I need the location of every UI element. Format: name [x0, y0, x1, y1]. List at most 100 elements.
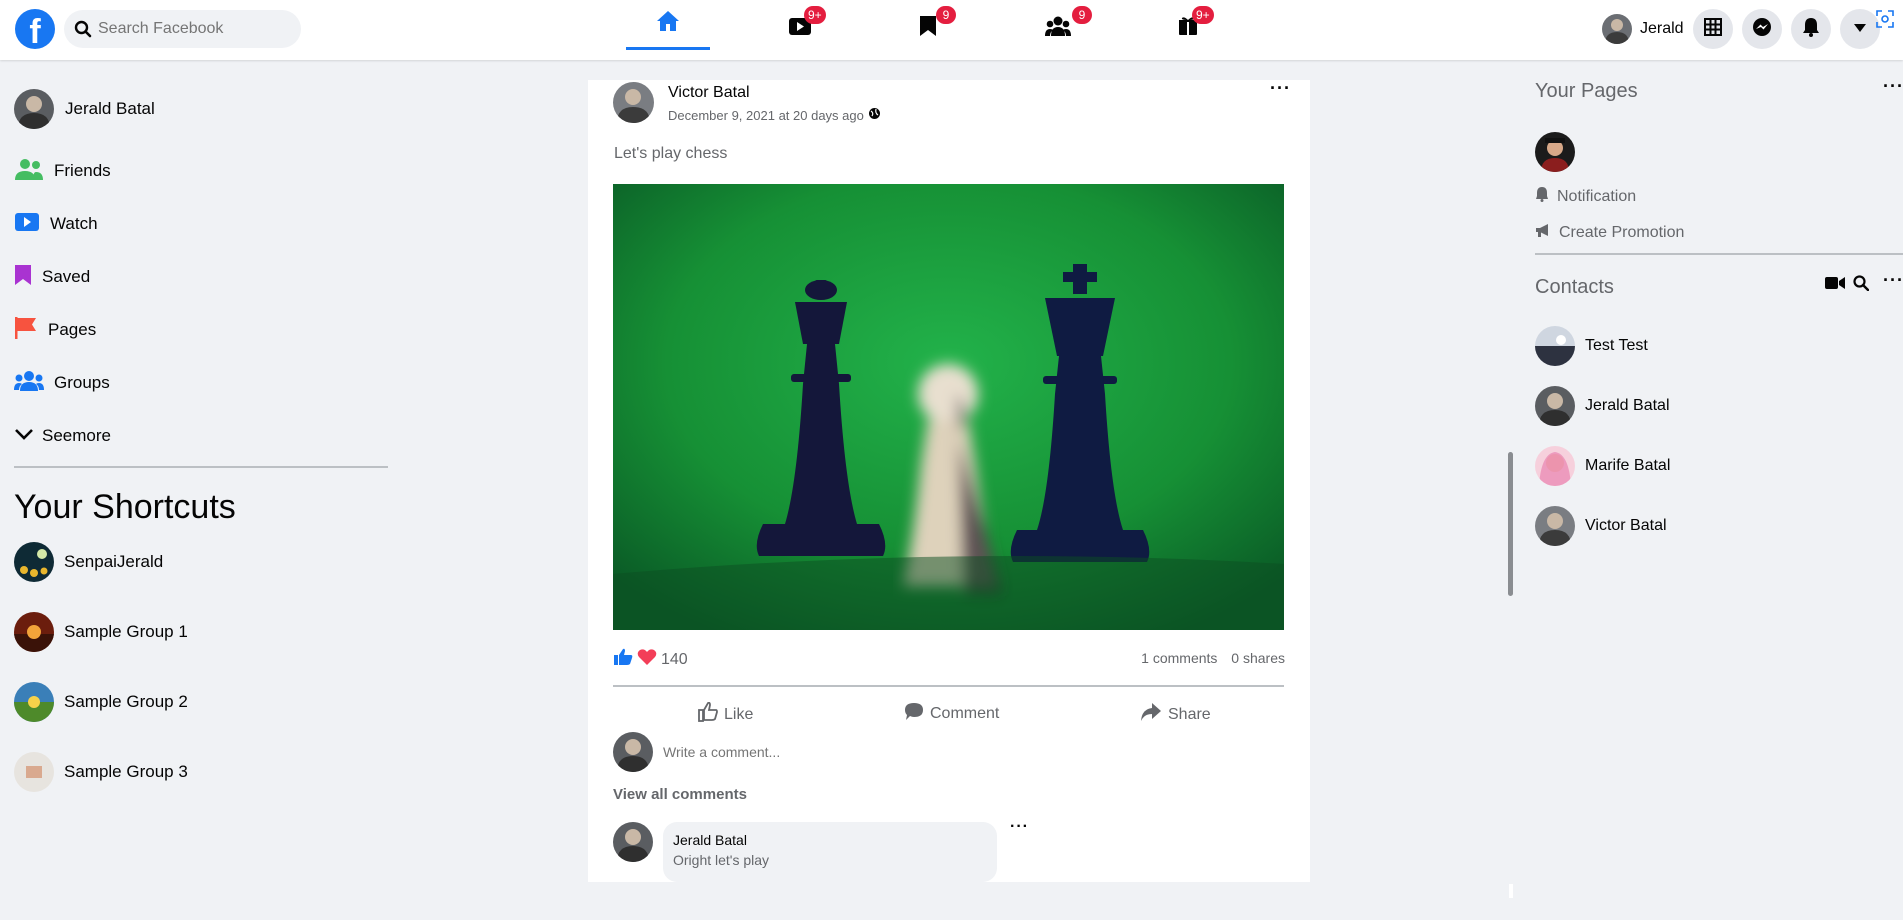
post-card: Victor Batal December 9, 2021 at 20 days…: [588, 78, 1310, 882]
search-icon[interactable]: [1853, 275, 1870, 296]
grid-icon: [1704, 17, 1722, 41]
friends-icon: [14, 157, 44, 186]
video-call-icon[interactable]: [1825, 276, 1845, 295]
search-input[interactable]: [98, 10, 293, 48]
tab-groups[interactable]: 9: [1016, 0, 1100, 56]
shortcut-item[interactable]: Sample Group 1: [14, 612, 188, 652]
sidebar-item-pages[interactable]: Pages: [14, 310, 96, 350]
thumbs-up-icon: [698, 701, 718, 727]
reaction-count: 140: [661, 650, 688, 668]
comment-author[interactable]: Jerald Batal: [673, 832, 987, 848]
scrollbar-end: [1509, 884, 1513, 898]
messenger-icon: [1752, 17, 1772, 42]
search-icon: [74, 20, 92, 43]
sidebar-item-saved[interactable]: Saved: [14, 257, 90, 297]
contacts-options-icon[interactable]: ···: [1883, 270, 1903, 291]
page-link-label: Create Promotion: [1559, 223, 1685, 241]
shares-count[interactable]: 0 shares: [1231, 650, 1285, 666]
top-navbar: f 9+ 9 9 9+: [0, 0, 1903, 60]
contact-name: Marife Batal: [1585, 457, 1671, 474]
contact-avatar: [1535, 446, 1575, 486]
share-icon: [1140, 702, 1162, 727]
tab-gaming[interactable]: 9+: [1146, 0, 1230, 56]
profile-chip[interactable]: Jerald: [1602, 14, 1684, 44]
tab-watch[interactable]: 9+: [758, 0, 842, 56]
shortcut-label: Sample Group 2: [64, 692, 188, 711]
shortcut-avatar: [14, 682, 54, 722]
home-icon: [656, 9, 680, 38]
page-link-label: Notification: [1557, 187, 1637, 205]
comments-count[interactable]: 1 comments: [1141, 650, 1217, 666]
sidebar-item-label: Friends: [54, 161, 111, 180]
contact-item[interactable]: Victor Batal: [1535, 506, 1667, 546]
bell-icon: [1535, 186, 1549, 207]
groups-icon: [1045, 15, 1071, 42]
scrollbar[interactable]: [1508, 452, 1513, 596]
tab-saved[interactable]: 9: [886, 0, 970, 56]
like-label: Like: [724, 705, 754, 723]
gaming-badge: 9+: [1192, 6, 1214, 24]
fullscreen-icon[interactable]: [1876, 10, 1894, 33]
post-author-avatar[interactable]: [613, 82, 654, 123]
shortcut-item[interactable]: Sample Group 3: [14, 752, 188, 792]
sidebar-item-groups[interactable]: Groups: [14, 363, 110, 403]
page-avatar[interactable]: [1535, 132, 1575, 172]
sidebar-item-label: Saved: [42, 267, 91, 286]
reactions[interactable]: 140: [613, 648, 688, 671]
like-reaction-icon: [613, 648, 633, 671]
your-pages-title: Your Pages: [1535, 80, 1638, 102]
search-bar[interactable]: [64, 10, 301, 48]
comment-options-icon[interactable]: ···: [1010, 818, 1029, 836]
comment-input[interactable]: [663, 744, 1063, 760]
post-author[interactable]: Victor Batal: [668, 84, 750, 102]
comment-label: Comment: [930, 705, 1000, 722]
sidebar-item-label: Groups: [54, 373, 110, 392]
post-image[interactable]: [613, 184, 1284, 630]
page-link-notification[interactable]: Notification: [1535, 186, 1636, 207]
shortcut-item[interactable]: SenpaiJerald: [14, 542, 163, 582]
notifications-button[interactable]: [1791, 9, 1831, 49]
comment-bubble: Jerald Batal Oright let's play: [663, 822, 997, 882]
facebook-logo[interactable]: f: [15, 9, 55, 49]
shortcut-label: Sample Group 3: [64, 762, 188, 781]
post-options-icon[interactable]: ···: [1270, 78, 1291, 99]
contact-item[interactable]: Jerald Batal: [1535, 386, 1670, 426]
pages-options-icon[interactable]: ···: [1883, 76, 1903, 97]
avatar: [613, 732, 653, 772]
chevron-down-icon: [14, 426, 34, 446]
page-link-create-promotion[interactable]: Create Promotion: [1535, 222, 1684, 243]
post-divider: [613, 685, 1284, 687]
shortcut-label: Sample Group 1: [64, 622, 188, 641]
sidebar-item-friends[interactable]: Friends: [14, 151, 111, 191]
shortcut-avatar: [14, 752, 54, 792]
sidebar-item-watch[interactable]: Watch: [14, 204, 98, 244]
messenger-button[interactable]: [1742, 9, 1782, 49]
menu-button[interactable]: [1693, 9, 1733, 49]
comment-button[interactable]: Comment: [904, 702, 999, 726]
comment-avatar[interactable]: [613, 822, 653, 862]
avatar: [14, 89, 54, 129]
tab-home[interactable]: [626, 0, 710, 50]
caret-down-icon: [1853, 20, 1867, 38]
shortcut-item[interactable]: Sample Group 2: [14, 682, 188, 722]
share-label: Share: [1168, 705, 1211, 723]
saved-icon: [14, 264, 32, 291]
contact-avatar: [1535, 326, 1575, 366]
groups-icon: [14, 370, 44, 397]
engagement-counts: 1 comments 0 shares: [1131, 650, 1285, 666]
contact-item[interactable]: Marife Batal: [1535, 446, 1670, 486]
sidebar-item-seemore[interactable]: Seemore: [14, 416, 111, 456]
view-all-comments-link[interactable]: View all comments: [613, 786, 747, 803]
contact-avatar: [1535, 506, 1575, 546]
share-button[interactable]: Share: [1140, 702, 1211, 727]
sidebar-profile[interactable]: Jerald Batal: [14, 89, 155, 129]
contact-item[interactable]: Test Test: [1535, 326, 1648, 366]
like-button[interactable]: Like: [698, 701, 754, 727]
account-button[interactable]: [1840, 9, 1880, 49]
shortcuts-title: Your Shortcuts: [14, 488, 236, 526]
shortcut-label: SenpaiJerald: [64, 552, 164, 571]
post-date: December 9, 2021 at 20 days ago: [668, 107, 881, 123]
sidebar-item-label: Seemore: [42, 426, 111, 445]
right-divider: [1535, 253, 1903, 255]
megaphone-icon: [1535, 222, 1551, 243]
